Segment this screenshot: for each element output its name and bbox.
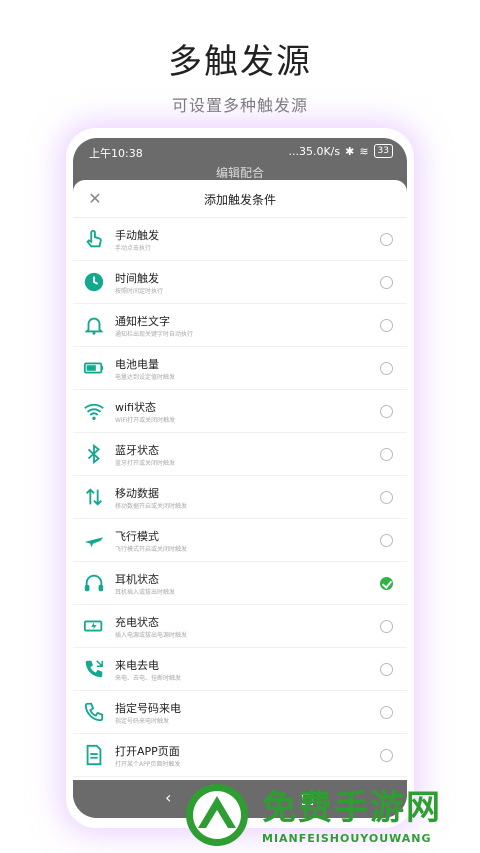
radio-unchecked[interactable] [380,749,393,762]
trigger-option-description: 插入电源或拔出电源时触发 [115,632,188,639]
status-bar: 上午10:38 ...35.0K/s ✱ ≋ 33 [73,138,407,166]
radio-checked[interactable] [380,577,393,590]
radio-unchecked[interactable] [380,534,393,547]
trigger-option-title: 电池电量 [115,358,159,371]
radio-unchecked[interactable] [380,362,393,375]
watermark-subtext: MIANFEISHOUYOUWANG [262,832,432,845]
trigger-option[interactable]: 时间触发按照时间定时执行 [73,261,407,304]
status-indicators: ...35.0K/s ✱ ≋ 33 [288,144,393,158]
phone-call-icon [83,658,105,680]
trigger-option-description: 按照时间定时执行 [115,288,164,295]
trigger-option-title: 耳机状态 [115,573,159,586]
trigger-option[interactable]: wifi状态 WiFi打开或关闭时触发 [73,390,407,433]
radio-unchecked[interactable] [380,491,393,504]
data-transfer-icon [83,486,105,508]
radio-unchecked[interactable] [380,448,393,461]
trigger-option-description: 手动点击执行 [115,245,152,252]
trigger-option[interactable]: 电池电量电量达到设定值时触发 [73,347,407,390]
add-trigger-sheet: ✕ 添加触发条件 手动触发手动点击执行时间触发按照时间定时执行通知栏文字通知栏出… [73,180,407,780]
status-time: 上午10:38 [89,147,143,160]
radio-unchecked[interactable] [380,706,393,719]
watermark-text: 免费手游网 [262,788,442,828]
hand-tap-icon [83,228,105,250]
bluetooth-status-icon: ✱ [345,144,355,158]
screenshot-page: 多触发源 可设置多种触发源 上午10:38 ...35.0K/s ✱ ≋ 33 … [0,0,480,853]
trigger-option[interactable]: 充电状态插入电源或拔出电源时触发 [73,605,407,648]
battery-icon [83,357,105,379]
trigger-option-title: 手动触发 [115,229,159,242]
battery-indicator: 33 [373,144,393,158]
radio-unchecked[interactable] [380,276,393,289]
bell-icon [83,314,105,336]
trigger-list: 手动触发手动点击执行时间触发按照时间定时执行通知栏文字通知栏出现关键字时自动执行… [73,218,407,777]
trigger-option-description: 飞行模式开启或关闭时触发 [115,546,188,553]
clock-icon [83,271,105,293]
trigger-option-title: 时间触发 [115,272,159,285]
trigger-option-description: 通知栏出现关键字时自动执行 [115,331,194,338]
trigger-option-description: 移动数据开启或关闭时触发 [115,503,188,510]
trigger-option[interactable]: 通知栏文字通知栏出现关键字时自动执行 [73,304,407,347]
trigger-option[interactable]: 飞行模式飞行模式开启或关闭时触发 [73,519,407,562]
wifi-status-icon: ≋ [359,144,369,158]
radio-unchecked[interactable] [380,405,393,418]
trigger-option-title: wifi状态 [115,401,156,414]
trigger-option-title: 打开APP页面 [115,745,180,758]
trigger-option-title: 指定号码来电 [115,702,181,715]
radio-unchecked[interactable] [380,663,393,676]
radio-unchecked[interactable] [380,233,393,246]
watermark: 免费手游网 MIANFEISHOUYOUWANG [182,772,480,853]
sheet-title: 添加触发条件 [203,193,276,207]
trigger-option-description: 来电、去电、挂断时触发 [115,675,182,682]
trigger-option[interactable]: 来电去电来电、去电、挂断时触发 [73,648,407,691]
trigger-option-description: 蓝牙打开或关闭时触发 [115,460,176,467]
trigger-option-title: 蓝牙状态 [115,444,159,457]
trigger-option[interactable]: 移动数据移动数据开启或关闭时触发 [73,476,407,519]
watermark-logo [186,784,248,846]
headphones-icon [83,572,105,594]
document-icon [83,744,105,766]
wifi-icon [83,400,105,422]
trigger-option-description: 电量达到设定值时触发 [115,374,176,381]
phone-frame: 上午10:38 ...35.0K/s ✱ ≋ 33 编辑配合 ✕ 添加触发条件 … [73,138,407,818]
radio-unchecked[interactable] [380,319,393,332]
trigger-option-title: 来电去电 [115,659,159,672]
trigger-option[interactable]: 蓝牙状态蓝牙打开或关闭时触发 [73,433,407,476]
charging-icon [83,615,105,637]
trigger-option[interactable]: 耳机状态耳机插入或拔出时触发 [73,562,407,605]
network-speed: ...35.0K/s [288,144,341,158]
hero-title: 多触发源 [168,42,312,82]
sheet-header: ✕ 添加触发条件 [73,180,407,218]
trigger-option-description: 打开某个APP页面时触发 [115,761,181,768]
trigger-option[interactable]: 手动触发手动点击执行 [73,218,407,261]
back-icon[interactable]: ‹ [165,788,171,807]
trigger-option-description: 耳机插入或拔出时触发 [115,589,176,596]
trigger-option-description: WiFi打开或关闭时触发 [115,417,176,424]
airplane-icon [83,529,105,551]
trigger-option-title: 通知栏文字 [115,315,170,328]
trigger-option[interactable]: 打开APP页面打开某个APP页面时触发 [73,734,407,777]
trigger-option[interactable]: 指定号码来电指定号码来电时触发 [73,691,407,734]
bluetooth-icon [83,443,105,465]
hero-subtitle: 可设置多种触发源 [171,96,308,115]
trigger-option-title: 飞行模式 [115,530,159,543]
trigger-option-title: 充电状态 [115,616,159,629]
phone-icon [83,701,105,723]
trigger-option-description: 指定号码来电时触发 [115,718,170,725]
radio-unchecked[interactable] [380,620,393,633]
trigger-option-title: 移动数据 [115,487,159,500]
